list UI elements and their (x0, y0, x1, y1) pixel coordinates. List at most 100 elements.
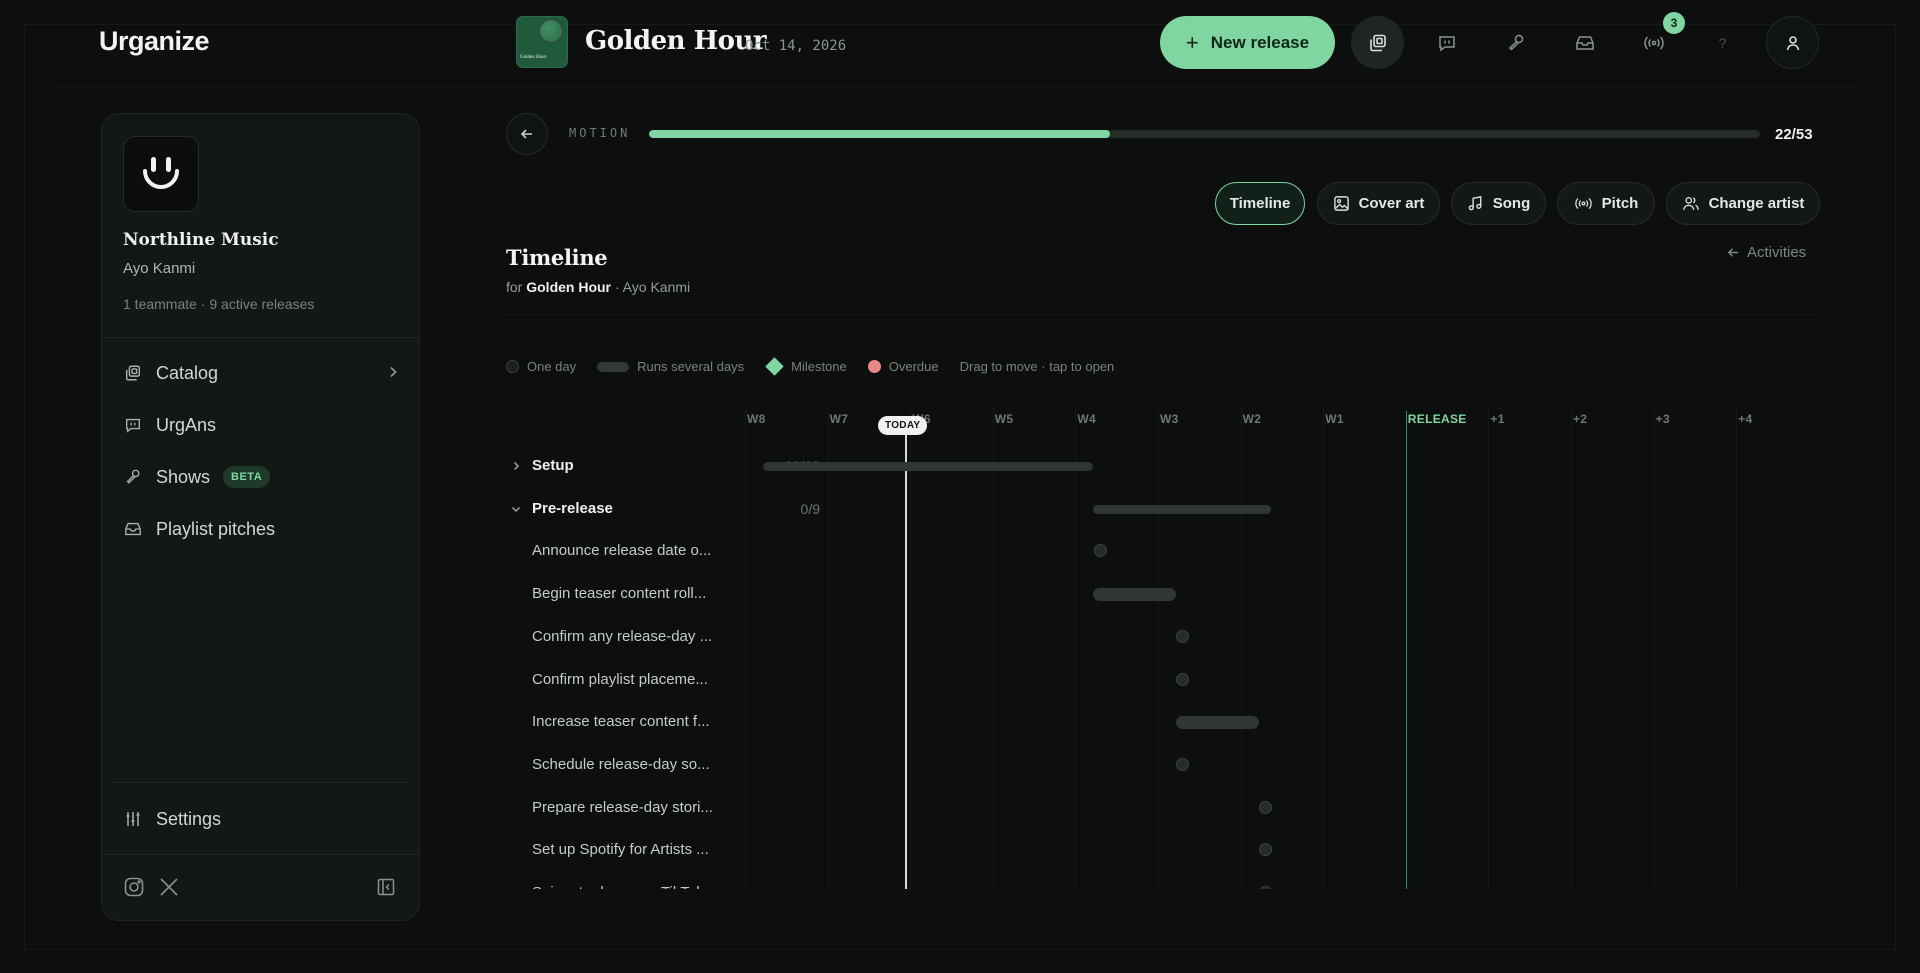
week-grid-line (1571, 407, 1572, 889)
timeline-task-label[interactable]: Begin teaser content roll... (532, 585, 718, 602)
org-avatar[interactable] (123, 136, 199, 212)
user-avatar-button[interactable] (1766, 16, 1819, 69)
activities-link[interactable]: Activities (1726, 244, 1806, 261)
legend-overdue: Overdue (867, 359, 939, 374)
tab-pitch[interactable]: Pitch (1557, 182, 1655, 225)
beta-badge: BETA (223, 466, 271, 488)
timeline-task-label[interactable]: Schedule release-day so... (532, 756, 718, 773)
timeline-task-label[interactable]: Set up Spotify for Artists ... (532, 841, 718, 858)
timeline-task-label[interactable]: Announce release date o... (532, 542, 718, 559)
plus-icon: + (1185, 29, 1199, 55)
timeline-task-dot[interactable] (1176, 757, 1189, 771)
sidebar-item-label: Shows (156, 466, 211, 487)
release-date: Oct 14, 2026 (745, 38, 847, 54)
timeline-task-label[interactable]: Increase teaser content f... (532, 713, 718, 730)
timeline-task-dot[interactable] (1176, 672, 1189, 686)
release-title: Golden Hour (585, 26, 767, 56)
arrow-left-icon (1727, 248, 1739, 257)
back-button[interactable] (506, 113, 548, 155)
tab-change-artist[interactable]: Change artist (1666, 182, 1820, 225)
today-marker-line (905, 417, 907, 889)
tab-song[interactable]: Song (1451, 182, 1546, 225)
x-twitter-icon[interactable] (157, 875, 181, 899)
week-grid-line (827, 407, 829, 889)
timeline-task-dot[interactable] (1259, 843, 1272, 857)
sidebar-item-catalog[interactable]: Catalog (123, 356, 400, 390)
collapse-sidebar-icon[interactable] (374, 875, 398, 899)
app-logo[interactable]: Urganize (99, 26, 210, 57)
broadcast-icon (1643, 35, 1664, 50)
tab-label: Change artist (1708, 195, 1805, 212)
timeline-task-bar[interactable] (763, 462, 1093, 471)
week-grid-line (1736, 407, 1738, 889)
timeline-task-label[interactable]: Confirm any release-day ... (532, 628, 718, 645)
tab-timeline[interactable]: Timeline (1215, 182, 1305, 225)
users-icon (1682, 196, 1699, 210)
subtitle-release: Golden Hour (526, 279, 612, 295)
timeline-task-bar[interactable] (1176, 716, 1259, 730)
instagram-icon[interactable] (122, 875, 146, 899)
tab-label: Pitch (1601, 195, 1639, 212)
urganize-mark-icon (143, 157, 179, 189)
inbox-icon (1575, 35, 1594, 50)
week-grid-line (1075, 407, 1077, 889)
legend-hint: Drag to move · tap to open (959, 359, 1115, 374)
section-subtitle: for Golden Hour · Ayo Kanmi (506, 279, 690, 295)
chevron-right-icon[interactable] (509, 459, 523, 473)
arrow-left-icon (520, 129, 532, 139)
timeline-task-dot[interactable] (1259, 886, 1272, 889)
week-label: +3 (1655, 412, 1670, 426)
timeline-legend: One day Runs several days Milestone Over… (506, 357, 1135, 376)
microphone-icon-button[interactable] (1489, 16, 1542, 69)
progress-bar (649, 130, 1760, 138)
settings-label: Settings (156, 808, 222, 829)
timeline-task-label[interactable]: Prepare release-day stori... (532, 799, 718, 816)
progress-count: 22/53 (1775, 126, 1813, 143)
week-label: W8 (747, 412, 766, 426)
org-name: Northline Music (123, 230, 279, 250)
timeline-group-count: 0/9 (800, 500, 820, 517)
sidebar-item-label: Catalog (156, 362, 219, 383)
week-label: +4 (1738, 412, 1753, 426)
sidebar-item-urgans[interactable]: UrgAns (123, 408, 400, 442)
sidebar-item-label: UrgAns (156, 414, 217, 435)
inbox-icon (125, 522, 141, 536)
timeline-task-dot[interactable] (1176, 629, 1189, 643)
sidebar-item-settings[interactable]: Settings (123, 802, 400, 836)
week-grid-line (745, 407, 746, 889)
help-icon-button[interactable]: ? (1696, 16, 1749, 69)
timeline-task-bar[interactable] (1093, 588, 1176, 602)
sidebar-item-label: Playlist pitches (156, 518, 276, 539)
week-label: RELEASE (1407, 412, 1467, 426)
chevron-down-icon[interactable] (509, 502, 523, 516)
sidebar-item-playlist-pitches[interactable]: Playlist pitches (123, 512, 400, 546)
album-cover-thumbnail[interactable]: Golden Hour (516, 16, 568, 68)
week-grid-line (1405, 411, 1407, 889)
timeline-task-label[interactable]: Confirm playlist placeme... (532, 671, 718, 688)
catalog-icon (1369, 34, 1386, 51)
timeline-task-dot[interactable] (1259, 800, 1272, 814)
image-icon (1333, 196, 1349, 211)
timeline-task-bar[interactable] (1093, 504, 1271, 514)
timeline-task-label[interactable]: Snippet release on TikTok... (532, 884, 718, 889)
catalog-icon-button[interactable] (1351, 16, 1404, 69)
week-grid-line (1653, 407, 1655, 889)
music-note-icon (1468, 196, 1482, 211)
week-grid-line (992, 407, 994, 889)
timeline-task-dot[interactable] (1094, 544, 1107, 558)
week-label: W2 (1242, 412, 1262, 426)
chevron-right-icon (386, 363, 400, 384)
progress-label: MOTION (569, 126, 631, 140)
inbox-icon-button[interactable] (1558, 16, 1611, 69)
timeline-group-label[interactable]: Pre-release (532, 500, 718, 517)
sidebar: Northline Music Ayo Kanmi 1 teammate · 9… (101, 113, 420, 921)
chat-icon (1438, 35, 1455, 51)
chat-icon-button[interactable] (1420, 16, 1473, 69)
subtitle-artist: · Ayo Kanmi (614, 279, 691, 295)
new-release-button[interactable]: + New release (1160, 16, 1335, 69)
legend-several-days: Runs several days (597, 359, 744, 374)
sidebar-divider (112, 782, 409, 783)
tab-cover-art[interactable]: Cover art (1317, 182, 1440, 225)
sidebar-item-shows[interactable]: Shows BETA (123, 460, 400, 494)
timeline-group-label[interactable]: Setup (532, 457, 718, 474)
